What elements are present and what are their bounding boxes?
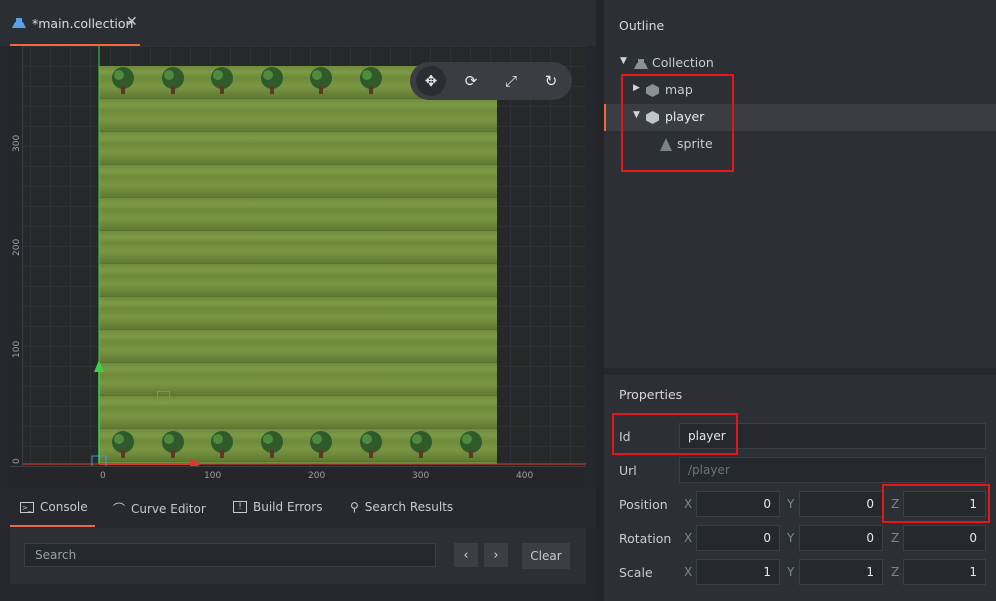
axis-y-label: Y bbox=[787, 565, 795, 579]
curve-icon: ⌒ bbox=[113, 502, 126, 516]
axis-y-label: Y bbox=[787, 497, 795, 511]
rotation-y-field[interactable]: 0 bbox=[799, 525, 883, 551]
clear-button[interactable]: Clear bbox=[522, 543, 570, 569]
collection-icon bbox=[11, 17, 27, 32]
axis-x-label: X bbox=[684, 565, 693, 579]
scale-label: Scale bbox=[619, 565, 653, 580]
tab-main-collection[interactable]: *main.collection ✕ bbox=[0, 0, 140, 46]
position-label: Position bbox=[619, 497, 668, 512]
rotate-tool-icon[interactable]: ⟳ bbox=[456, 66, 486, 96]
scale-tool-icon[interactable]: ⤢ bbox=[496, 66, 526, 96]
tab-label: Build Errors bbox=[253, 500, 323, 514]
tab-console[interactable]: >_ Console bbox=[20, 500, 88, 514]
scale-z-field[interactable]: 1 bbox=[903, 559, 986, 585]
tab-label: *main.collection bbox=[32, 16, 134, 31]
ruler-y-label: 100 bbox=[12, 340, 22, 358]
axis-y-label: Y bbox=[787, 531, 795, 545]
ruler-y-label: 300 bbox=[12, 134, 22, 152]
url-field[interactable]: /player bbox=[679, 457, 986, 483]
prev-result-button[interactable]: ‹ bbox=[454, 543, 478, 567]
scale-x-field[interactable]: 1 bbox=[696, 559, 780, 585]
outline-label: Collection bbox=[652, 55, 714, 70]
ruler-y-label: 0 bbox=[12, 458, 22, 464]
terminal-icon: >_ bbox=[20, 501, 34, 513]
ruler-x-label: 300 bbox=[412, 471, 430, 481]
tab-build-errors[interactable]: ! Build Errors bbox=[233, 500, 322, 514]
close-tab-icon[interactable]: ✕ bbox=[126, 14, 138, 30]
position-x-field[interactable]: 0 bbox=[696, 491, 780, 517]
axis-z-label: Z bbox=[891, 565, 900, 579]
active-tab-indicator bbox=[10, 525, 95, 527]
rotation-x-field[interactable]: 0 bbox=[696, 525, 780, 551]
outline-panel: Outline ▼ Collection ▶ map ▼ player spri… bbox=[604, 0, 996, 368]
tab-curve-editor[interactable]: ⌒ Curve Editor bbox=[113, 500, 206, 517]
panel-divider[interactable] bbox=[596, 0, 604, 601]
outline-item-collection[interactable]: ▼ Collection bbox=[604, 50, 996, 77]
tab-label: Curve Editor bbox=[131, 501, 206, 516]
axis-x-label: X bbox=[684, 531, 693, 545]
position-y-field[interactable]: 0 bbox=[799, 491, 883, 517]
axis-z-label: Z bbox=[891, 531, 900, 545]
ruler-x-label: 200 bbox=[308, 471, 326, 481]
scene-viewport[interactable]: 0 100 200 300 bbox=[10, 46, 586, 484]
rotation-z-field[interactable]: 0 bbox=[903, 525, 986, 551]
properties-panel: Properties Id player Url /player Positio… bbox=[604, 375, 996, 601]
horizontal-ruler: 0 100 200 300 400 bbox=[10, 466, 586, 485]
bottom-panel-tabs: >_ Console ⌒ Curve Editor ! Build Errors… bbox=[0, 488, 596, 528]
console-search-input[interactable]: Search bbox=[24, 543, 436, 567]
next-result-button[interactable]: › bbox=[484, 543, 508, 567]
error-icon: ! bbox=[233, 501, 247, 513]
url-label: Url bbox=[619, 463, 637, 478]
scale-y-field[interactable]: 1 bbox=[799, 559, 883, 585]
properties-title: Properties bbox=[619, 387, 683, 402]
console-panel: Search ‹ › Clear bbox=[10, 528, 586, 584]
axis-x-label: X bbox=[684, 497, 693, 511]
highlight-box bbox=[621, 74, 734, 172]
collection-icon bbox=[633, 58, 649, 73]
highlight-box bbox=[612, 413, 738, 455]
vertical-ruler: 0 100 200 300 bbox=[10, 46, 23, 484]
rotate-view-icon[interactable]: ↻ bbox=[536, 66, 566, 96]
tab-label: Console bbox=[40, 500, 88, 514]
outline-title: Outline bbox=[619, 18, 665, 33]
ruler-x-label: 100 bbox=[204, 471, 222, 481]
tab-search-results[interactable]: ⚲ Search Results bbox=[350, 500, 453, 514]
expand-arrow-icon[interactable]: ▼ bbox=[620, 56, 627, 66]
rotation-label: Rotation bbox=[619, 531, 672, 546]
search-icon: ⚲ bbox=[350, 500, 359, 514]
manipulator-toolbar: ✥ ⟳ ⤢ ↻ bbox=[410, 62, 572, 100]
ruler-x-label: 400 bbox=[516, 471, 534, 481]
move-gizmo[interactable] bbox=[10, 46, 586, 484]
ruler-y-label: 200 bbox=[12, 238, 22, 256]
move-tool-icon[interactable]: ✥ bbox=[416, 66, 446, 96]
ruler-x-label: 0 bbox=[100, 471, 106, 481]
highlight-box bbox=[882, 484, 990, 523]
tab-label: Search Results bbox=[364, 500, 454, 514]
